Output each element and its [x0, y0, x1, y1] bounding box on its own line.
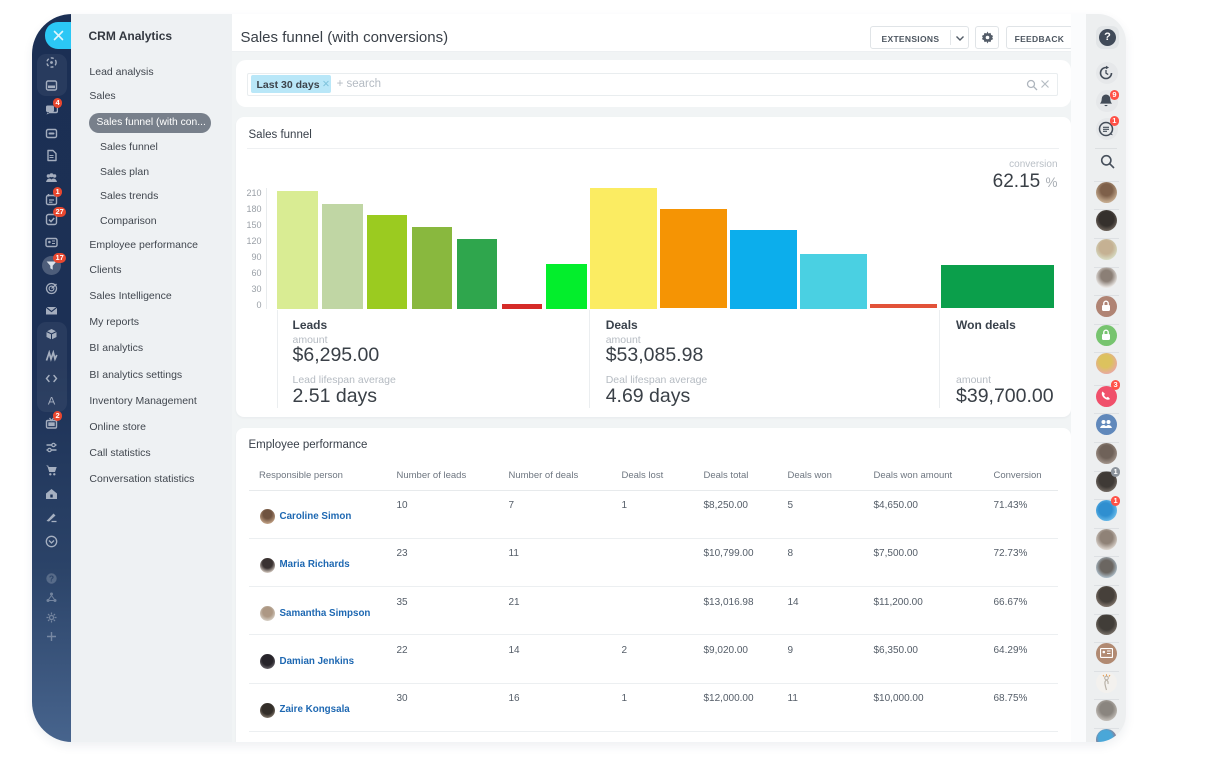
- svg-text:A: A: [48, 396, 56, 408]
- svg-text:?: ?: [49, 573, 54, 583]
